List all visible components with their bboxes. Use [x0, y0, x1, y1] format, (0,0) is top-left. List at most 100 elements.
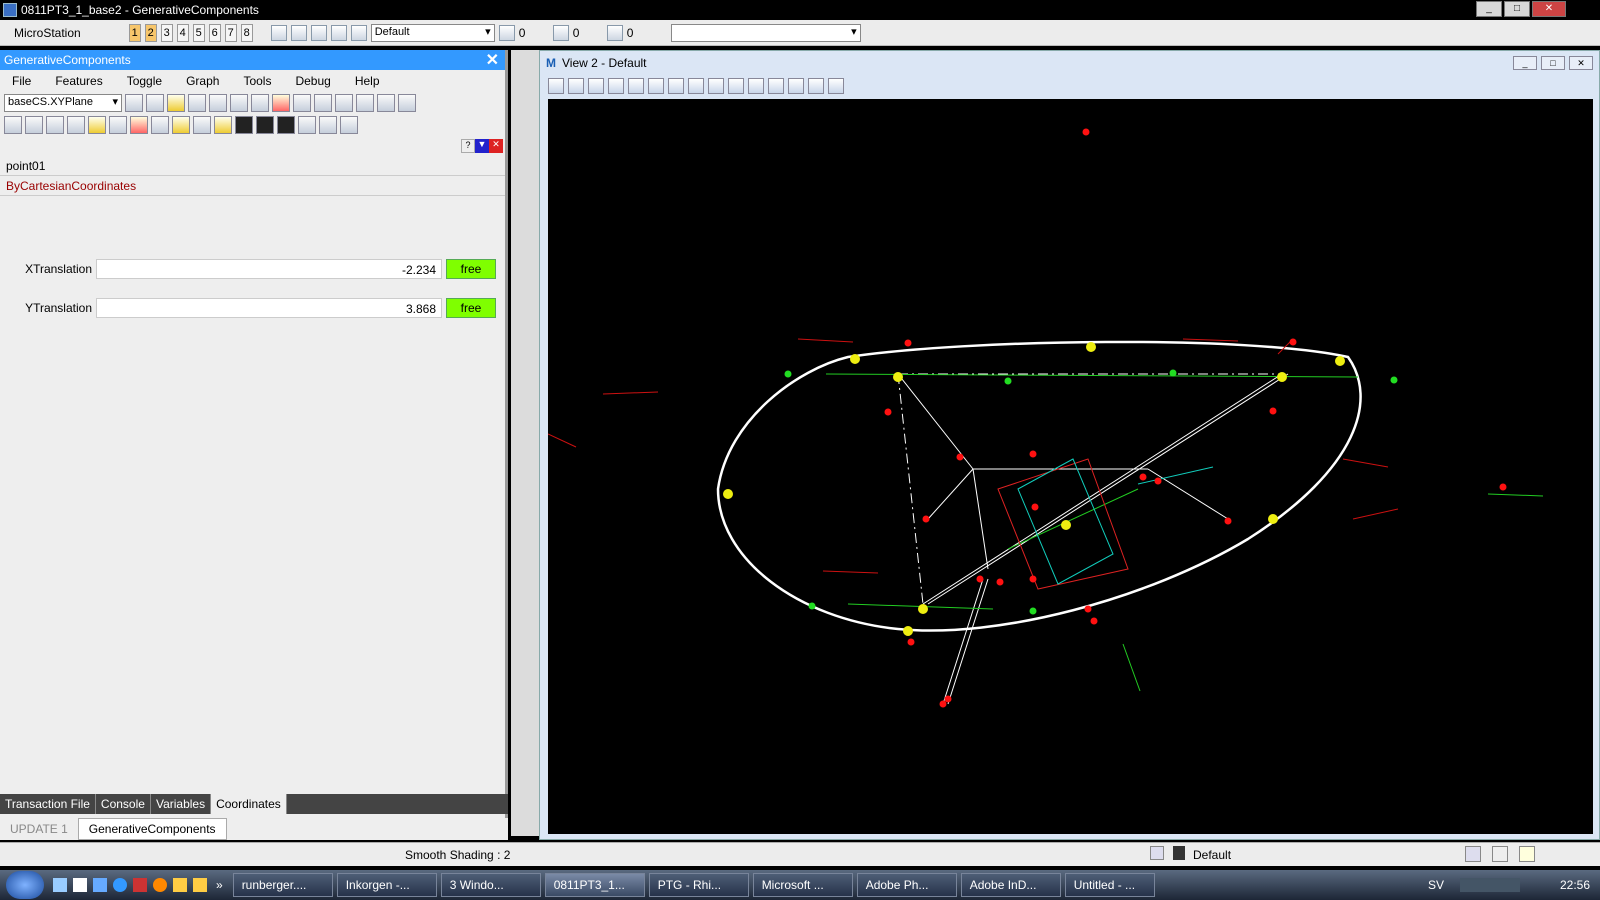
info-icon[interactable] [330, 24, 347, 41]
minimize-button[interactable]: _ [1476, 1, 1502, 17]
line-weight-icon[interactable] [606, 24, 623, 41]
clock[interactable]: 22:56 [1560, 878, 1590, 892]
y-translation-free-button[interactable]: free [446, 298, 496, 318]
menu-graph[interactable]: Graph [174, 74, 231, 88]
color-icon[interactable] [498, 24, 515, 41]
feature-name-field[interactable]: point01 [0, 156, 505, 176]
display-icon[interactable] [310, 24, 327, 41]
zoom-out-icon[interactable] [608, 78, 624, 94]
copy-view-icon[interactable] [748, 78, 764, 94]
ie-icon[interactable] [113, 878, 127, 892]
save-status-icon[interactable] [1465, 846, 1481, 862]
view-toggle-5[interactable]: 5 [192, 23, 205, 42]
copy-icon[interactable] [25, 116, 43, 134]
refresh-icon[interactable] [251, 94, 269, 112]
transform-icon[interactable] [4, 116, 22, 134]
graph-view-icon[interactable] [377, 94, 395, 112]
new-file-icon[interactable] [146, 94, 164, 112]
start-button[interactable] [6, 871, 44, 899]
menu-help[interactable]: Help [343, 74, 392, 88]
report-icon[interactable] [193, 116, 211, 134]
menu-file[interactable]: File [0, 74, 43, 88]
display-style-icon[interactable] [828, 78, 844, 94]
folder-2-icon[interactable] [193, 878, 207, 892]
task-runberger[interactable]: runberger.... [232, 873, 333, 897]
save-all-icon[interactable] [209, 94, 227, 112]
snap-icon[interactable] [1150, 846, 1164, 860]
plane-icon[interactable] [335, 94, 353, 112]
quicklaunch-app-icon[interactable] [133, 878, 147, 892]
show-desktop-icon[interactable] [53, 878, 67, 892]
cycle-icon[interactable] [214, 116, 232, 134]
active-level-status[interactable]: Default [1193, 848, 1231, 862]
quicklaunch-doc-icon[interactable] [73, 878, 87, 892]
menu-features[interactable]: Features [43, 74, 114, 88]
levels-icon[interactable] [290, 24, 307, 41]
tray-icons[interactable] [1460, 878, 1520, 892]
task-indesign[interactable]: Adobe InD... [960, 873, 1061, 897]
view-toggle-3[interactable]: 3 [160, 23, 173, 42]
view-previous-icon[interactable] [708, 78, 724, 94]
level-combo[interactable]: Default [370, 23, 495, 42]
grid-table-icon[interactable] [125, 94, 143, 112]
view-next-icon[interactable] [728, 78, 744, 94]
line-style-value[interactable]: 0 [573, 26, 603, 40]
line-icon[interactable] [314, 94, 332, 112]
grid-icon[interactable] [350, 24, 367, 41]
step-icon[interactable] [272, 94, 290, 112]
pattern-3-icon[interactable] [277, 116, 295, 134]
model-canvas[interactable] [547, 99, 1593, 834]
more-icon[interactable]: » [216, 878, 223, 892]
line-weight-value[interactable]: 0 [627, 26, 657, 40]
script-icon[interactable] [230, 94, 248, 112]
task-rhino[interactable]: PTG - Rhi... [648, 873, 749, 897]
x-translation-free-button[interactable]: free [446, 259, 496, 279]
delete-icon[interactable] [67, 116, 85, 134]
sync-status-icon[interactable] [1492, 846, 1508, 862]
message-status-icon[interactable] [1519, 846, 1535, 862]
view-toggle-4[interactable]: 4 [176, 23, 189, 42]
folder-icon[interactable] [173, 878, 187, 892]
play-icon[interactable] [88, 116, 106, 134]
help-icon[interactable]: ? [461, 139, 475, 153]
task-windows-group[interactable]: 3 Windo... [440, 873, 541, 897]
view-minimize-button[interactable]: _ [1513, 56, 1537, 70]
axis-icon[interactable] [356, 94, 374, 112]
close-property-icon[interactable]: ✕ [489, 139, 503, 153]
dropdown-icon[interactable]: ▼ [475, 139, 489, 153]
view-toggle-8[interactable]: 8 [240, 23, 253, 42]
view-toggle-2[interactable]: 2 [144, 23, 157, 42]
line-style-icon[interactable] [552, 24, 569, 41]
menu-tools[interactable]: Tools [231, 74, 283, 88]
tab-coordinates[interactable]: Coordinates [211, 794, 287, 814]
window-area-icon[interactable] [628, 78, 644, 94]
replicate-icon[interactable] [151, 116, 169, 134]
tab-generativecomponents[interactable]: GenerativeComponents [77, 818, 227, 840]
update-view-icon[interactable] [568, 78, 584, 94]
menu-toggle[interactable]: Toggle [115, 74, 174, 88]
coordinate-system-combo[interactable]: baseCS.XYPlane [4, 94, 122, 112]
language-indicator[interactable]: SV [1428, 878, 1444, 892]
fit-view-icon[interactable] [648, 78, 664, 94]
task-microstation[interactable]: 0811PT3_1... [544, 873, 645, 897]
tab-update[interactable]: UPDATE 1 [0, 819, 78, 839]
task-photoshop[interactable]: Adobe Ph... [856, 873, 957, 897]
symbolic-icon[interactable] [398, 94, 416, 112]
command-input[interactable] [670, 23, 861, 42]
view-maximize-button[interactable]: □ [1541, 56, 1565, 70]
lock-status-icon[interactable] [1173, 846, 1185, 860]
quicklaunch-switch-icon[interactable] [93, 878, 107, 892]
tab-variables[interactable]: Variables [151, 794, 212, 814]
run-icon[interactable] [130, 116, 148, 134]
clip-volume-icon[interactable] [768, 78, 784, 94]
view-attributes-icon[interactable] [548, 78, 564, 94]
view-toggle-1[interactable]: 1 [128, 23, 141, 42]
close-button[interactable]: ✕ [1532, 1, 1566, 17]
rotate-view-icon[interactable] [668, 78, 684, 94]
components-icon[interactable] [319, 116, 337, 134]
attributes-icon[interactable] [270, 24, 287, 41]
measure-icon[interactable] [172, 116, 190, 134]
microstation-menu-button[interactable]: MicroStation [4, 26, 91, 40]
solid-icon[interactable] [298, 116, 316, 134]
lock-icon[interactable] [340, 116, 358, 134]
